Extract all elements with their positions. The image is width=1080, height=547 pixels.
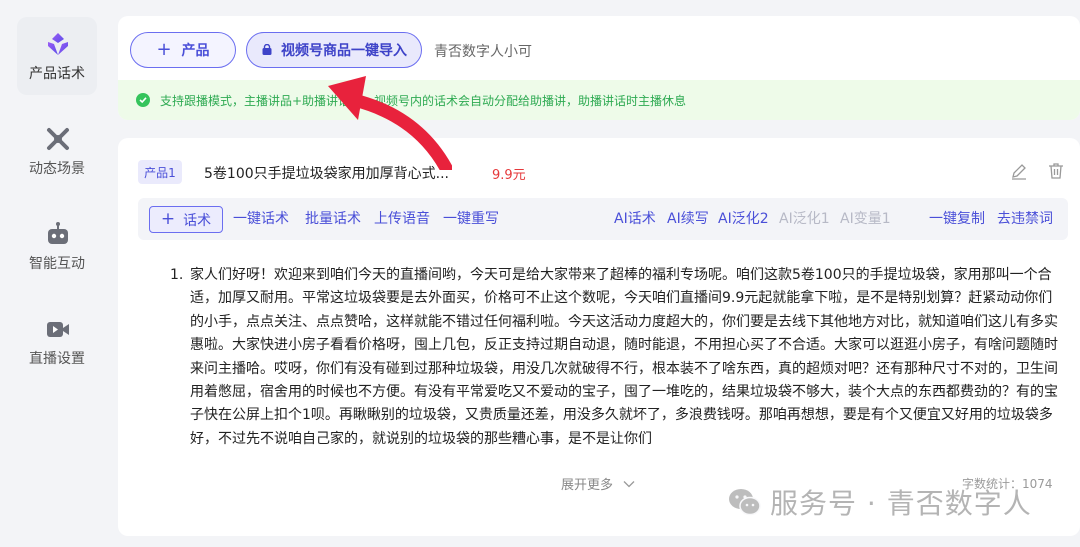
sidebar-item-dynamic-scene[interactable]: 动态场景 [17,112,97,190]
expand-more-button[interactable]: 展开更多 [561,474,635,493]
copy-all-link[interactable]: 一键复制 [929,211,985,227]
ai-generalize-2-link[interactable]: AI泛化2 [718,211,769,227]
import-label: 视频号商品一键导入 [281,43,407,59]
add-product-label: 产品 [181,43,210,59]
bag-icon [262,44,272,55]
robot-icon [48,222,68,244]
plus-icon: + [156,39,172,60]
annotation-arrow-icon [328,76,452,170]
sidebar-item-label: 智能互动 [29,256,85,272]
account-name: 青否数字人小可 [434,44,532,60]
ai-continue-link[interactable]: AI续写 [667,211,709,227]
ai-generalize-1-link[interactable]: AI泛化1 [779,211,830,227]
edit-icon[interactable] [1010,162,1028,180]
expand-more-label: 展开更多 [561,478,614,493]
top-action-card: + 产品 视频号商品一键导入 青否数字人小可 支持跟播模式，主播讲品+助播讲话术… [118,16,1080,120]
add-script-button[interactable]: + 话术 [149,206,223,233]
diamond-logo-icon [48,33,68,55]
video-camera-icon [47,322,69,337]
script-toolbar: + 话术 一键话术 批量话术 上传语音 一键重写 AI话术 AI续写 AI泛化2… [138,198,1068,240]
script-text: 家人们好呀！欢迎来到咱们今天的直播间哟，今天可是给大家带来了超棒的福利专场呢。咱… [190,267,1058,447]
check-circle-icon [136,93,150,107]
trash-icon[interactable] [1047,162,1065,180]
add-product-button[interactable]: + 产品 [130,32,236,68]
one-click-script-link[interactable]: 一键话术 [233,211,289,227]
ai-variable-link[interactable]: AI变量1 [840,211,891,227]
scene-icon [47,128,69,150]
sidebar-item-label: 直播设置 [29,351,85,367]
sidebar-item-smart-interaction[interactable]: 智能互动 [17,207,97,285]
product-index-badge: 产品1 [138,160,182,184]
sidebar-item-label: 产品话术 [29,66,85,82]
wechat-logo-icon [729,489,761,516]
add-script-label: 话术 [183,212,212,229]
sidebar-item-product-script[interactable]: 产品话术 [17,17,97,95]
notice-bar: 支持跟播模式，主播讲品+助播讲话术，视频号内的话术会自动分配给助播讲，助播讲话时… [118,80,1080,120]
sidebar-item-live-settings[interactable]: 直播设置 [17,302,97,380]
one-click-rewrite-link[interactable]: 一键重写 [443,211,499,227]
product-card: 产品1 5卷100只手提垃圾袋家用加厚背心式... 9.9元 + 话术 一键话术… [118,138,1080,536]
watermark: 服务号 · 青否数字人 [728,480,1032,524]
chevron-down-icon [623,480,635,487]
sidebar: 产品话术 动态场景 智能互动 直播设置 [0,0,110,547]
batch-script-link[interactable]: 批量话术 [305,211,361,227]
product-price: 9.9元 [492,168,526,183]
ai-script-link[interactable]: AI话术 [614,211,656,227]
plus-icon: + [160,209,176,229]
upload-voice-link[interactable]: 上传语音 [374,211,430,227]
remove-banned-words-link[interactable]: 去违禁词 [997,211,1053,227]
script-number: 1. [170,267,184,283]
sidebar-item-label: 动态场景 [29,161,85,177]
watermark-text: 服务号 · 青否数字人 [770,487,1032,520]
